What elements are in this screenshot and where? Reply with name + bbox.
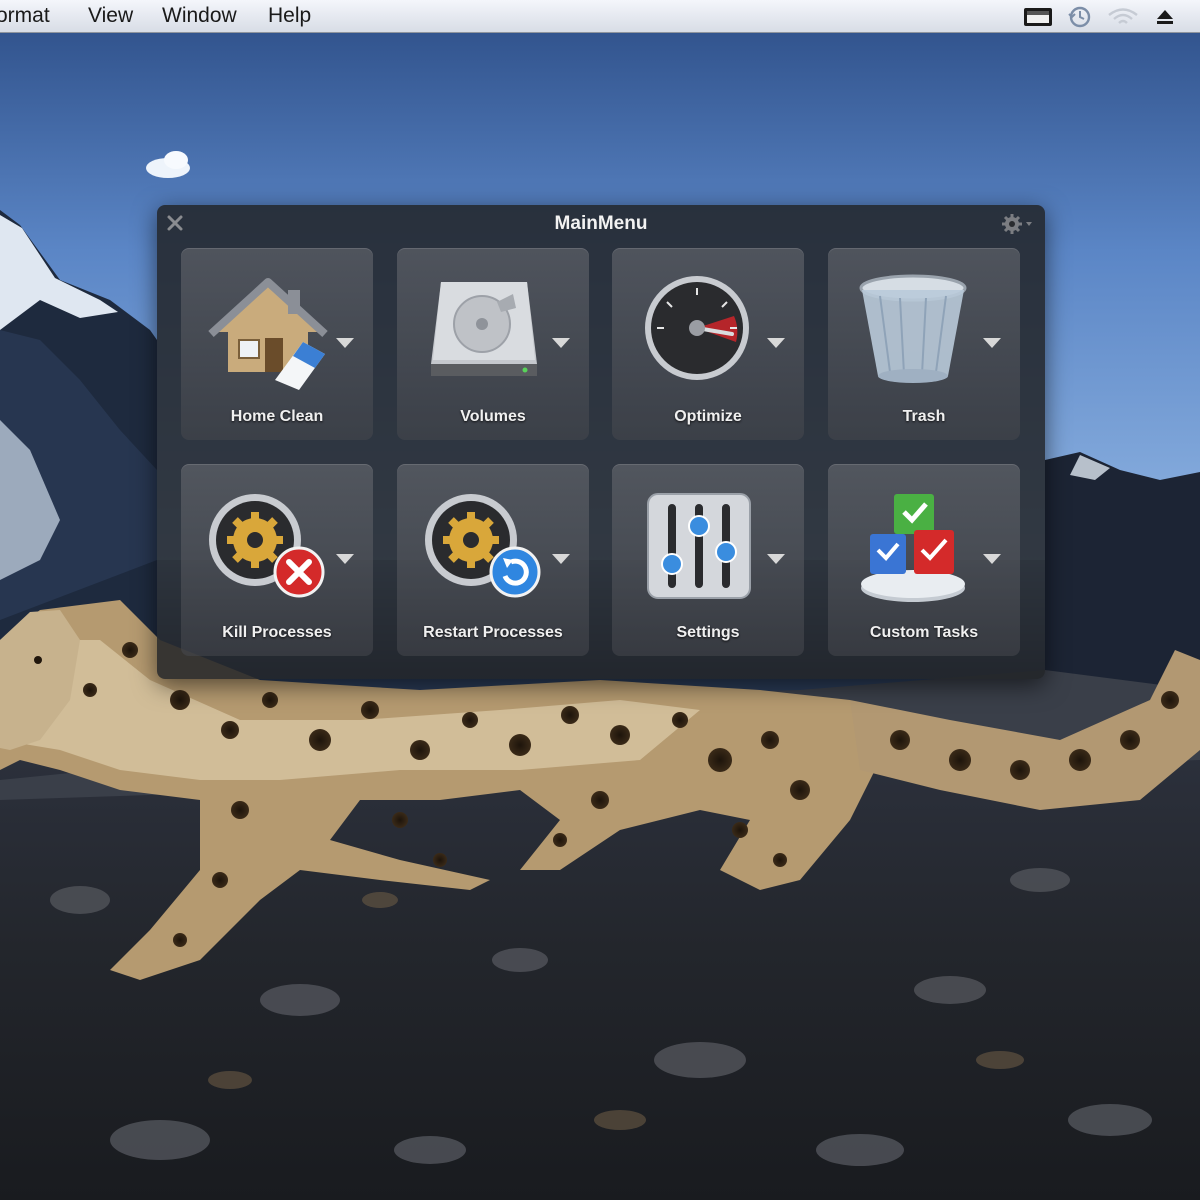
menu-view[interactable]: View — [88, 3, 133, 29]
gear-stop-icon — [209, 494, 325, 598]
chevron-down-icon[interactable] — [335, 552, 355, 566]
tile-label: Volumes — [460, 408, 526, 425]
tile-label: Optimize — [674, 408, 742, 425]
tile-restart-processes[interactable]: Restart Processes — [397, 464, 589, 656]
tile-trash[interactable]: Trash — [828, 248, 1020, 440]
cubes-icon — [861, 494, 965, 602]
chevron-down-icon[interactable] — [766, 552, 786, 566]
tile-label: Home Clean — [230, 408, 324, 425]
tile-optimize[interactable]: Optimize — [612, 248, 804, 440]
gear-icon[interactable] — [1001, 213, 1035, 235]
chevron-down-icon[interactable] — [551, 552, 571, 566]
menu-help[interactable]: Help — [268, 3, 311, 29]
chevron-down-icon[interactable] — [335, 336, 355, 350]
time-machine-icon[interactable] — [1066, 6, 1094, 28]
chevron-down-icon[interactable] — [551, 336, 571, 350]
sliders-icon — [647, 493, 751, 599]
tile-settings[interactable]: Settings — [612, 464, 804, 656]
tile-label: Trash — [902, 408, 946, 425]
panel-title: MainMenu — [554, 213, 648, 234]
tile-label: Custom Tasks — [869, 624, 979, 641]
tile-volumes[interactable]: Volumes — [397, 248, 589, 440]
tile-home-clean[interactable]: Home Clean — [181, 248, 373, 440]
tile-label: Settings — [676, 624, 740, 641]
speedometer-icon — [645, 276, 749, 380]
tile-kill-processes[interactable]: Kill Processes — [181, 464, 373, 656]
trash-can-icon — [859, 274, 967, 383]
hard-drive-icon — [431, 282, 537, 376]
display-icon[interactable] — [1022, 6, 1054, 28]
eject-icon[interactable] — [1154, 6, 1176, 28]
menu-format[interactable]: ormat — [0, 3, 50, 29]
tile-label: Kill Processes — [222, 624, 332, 641]
chevron-down-icon[interactable] — [766, 336, 786, 350]
chevron-down-icon[interactable] — [982, 552, 1002, 566]
house-eraser-icon — [208, 278, 328, 390]
wifi-icon[interactable] — [1106, 6, 1140, 28]
tile-label: Restart Processes — [423, 624, 563, 641]
gear-restart-icon — [425, 494, 541, 598]
menu-bar: ormat View Window Help — [0, 0, 1200, 33]
chevron-down-icon[interactable] — [982, 336, 1002, 350]
main-menu-panel: MainMenu Home Clean Volumes Optimize Tra… — [157, 205, 1045, 679]
menu-window[interactable]: Window — [162, 3, 237, 29]
tile-custom-tasks[interactable]: Custom Tasks — [828, 464, 1020, 656]
